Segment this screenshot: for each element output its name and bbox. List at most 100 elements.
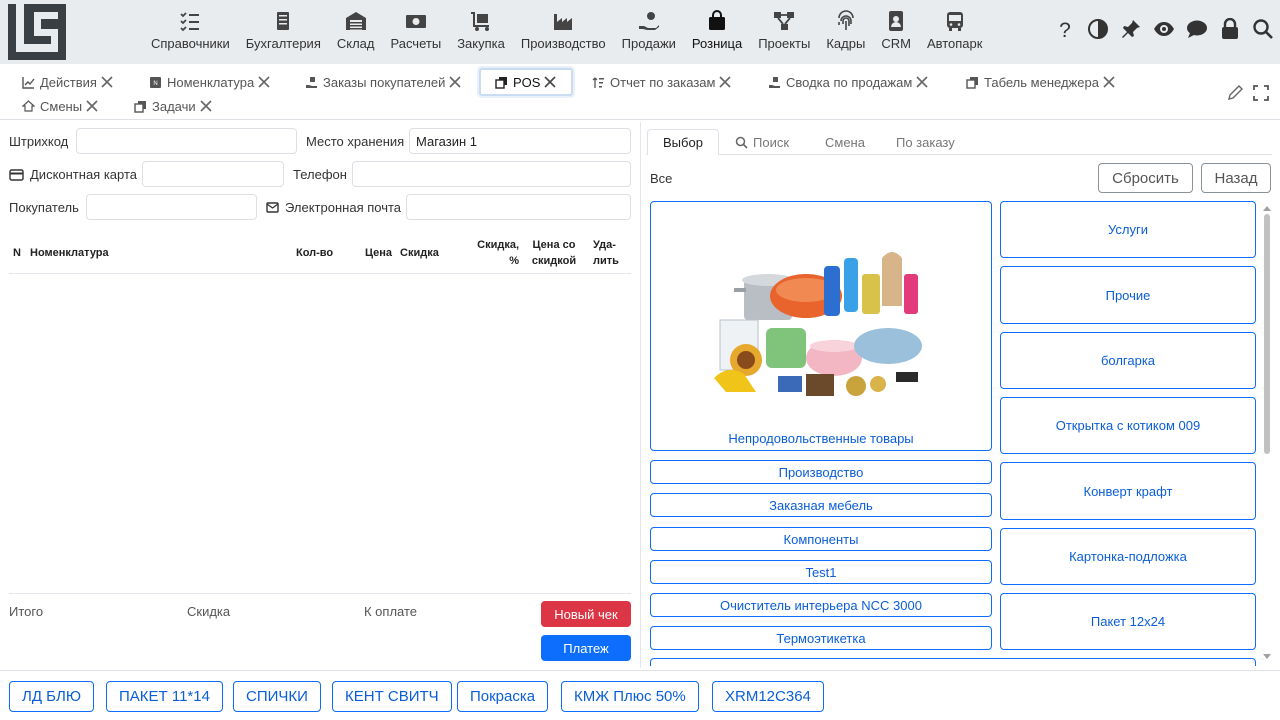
module-label: Расчеты	[390, 36, 442, 51]
close-icon[interactable]	[543, 75, 557, 89]
buyer-input[interactable]	[86, 194, 257, 220]
check-lines-header: N Номенклатура Кол-во Цена Скидка Скидка…	[9, 232, 631, 274]
category-button[interactable]: Услуги	[1000, 201, 1256, 258]
close-icon[interactable]	[915, 75, 929, 89]
email-input[interactable]	[406, 194, 631, 220]
tab-sales-summary[interactable]: Сводка по продажам	[768, 71, 929, 93]
category-button[interactable]: Компоненты	[650, 527, 992, 551]
discount-card-input[interactable]	[142, 161, 284, 187]
new-check-button[interactable]: Новый чек	[541, 601, 631, 627]
quick-product-button[interactable]: КЕНТ СВИТЧ	[332, 681, 452, 712]
tab-select[interactable]: Выбор	[647, 129, 719, 155]
col-discounted-price[interactable]: Цена со скидкой	[531, 237, 577, 269]
search-icon[interactable]	[1252, 18, 1274, 40]
tab-by-order[interactable]: По заказу	[896, 129, 955, 155]
tab-actions[interactable]: Действия	[22, 71, 114, 93]
tab-label: Смены	[40, 98, 83, 114]
category-button[interactable]: Прочие	[1000, 266, 1256, 324]
discount-card-label: Дисконтная карта	[9, 167, 137, 182]
close-icon[interactable]	[100, 75, 114, 89]
pencil-icon[interactable]	[1226, 84, 1244, 102]
category-breadcrumb[interactable]: Все	[650, 171, 672, 186]
category-button[interactable]: Test1	[650, 560, 992, 584]
col-discount-pct[interactable]: Скидка,%	[476, 237, 519, 269]
module-warehouse[interactable]: Склад	[329, 0, 383, 64]
module-accounting[interactable]: Бухгалтерия	[238, 0, 329, 64]
quick-product-button[interactable]: XRM12C364	[712, 681, 824, 712]
quick-product-button[interactable]: ПАКЕТ 11*14	[106, 681, 223, 712]
cart-dolly-icon	[471, 12, 490, 31]
category-button[interactable]: Очиститель интерьера NCC 3000	[650, 593, 992, 617]
col-qty[interactable]: Кол-во	[296, 245, 333, 261]
reset-button[interactable]: Сбросить	[1098, 163, 1193, 193]
tab-label: Действия	[40, 74, 97, 90]
col-nomenclature[interactable]: Номенклатура	[30, 245, 109, 261]
email-text: Электронная почта	[285, 200, 402, 215]
tab-pos[interactable]: POS	[479, 68, 574, 96]
module-directories[interactable]: Справочники	[143, 0, 238, 64]
module-retail[interactable]: Розница	[684, 0, 750, 64]
category-button[interactable]: Картонка-подложка	[1000, 528, 1256, 585]
module-sales[interactable]: Продажи	[614, 0, 684, 64]
tab-orders-report[interactable]: Отчет по заказам	[592, 71, 732, 93]
company-logo[interactable]	[8, 4, 66, 60]
household-goods-image	[706, 208, 936, 426]
tab-label: Табель менеджера	[984, 74, 1099, 90]
col-price[interactable]: Цена	[365, 245, 392, 261]
module-projects[interactable]: Проекты	[750, 0, 818, 64]
barcode-input[interactable]	[76, 128, 297, 154]
col-discount[interactable]: Скидка	[400, 245, 439, 261]
close-icon[interactable]	[199, 99, 213, 113]
phone-input[interactable]	[352, 161, 631, 187]
category-button[interactable]: Конверт крафт	[1000, 462, 1256, 520]
copy-icon	[966, 76, 978, 89]
close-icon[interactable]	[257, 75, 271, 89]
tab-customer-orders[interactable]: Заказы покупателей	[305, 71, 462, 93]
quick-product-button[interactable]: СПИЧКИ	[233, 681, 321, 712]
module-settlements[interactable]: Расчеты	[382, 0, 449, 64]
scrollbar-thumb[interactable]	[1264, 214, 1270, 454]
tab-search[interactable]: Поиск	[735, 129, 789, 155]
close-icon[interactable]	[1102, 75, 1116, 89]
quick-product-button[interactable]: ЛД БЛЮ	[9, 681, 95, 712]
tab-shifts[interactable]: Смены	[22, 95, 99, 117]
category-button[interactable]: болгарка	[1000, 332, 1256, 389]
scroll-down-icon[interactable]	[1262, 653, 1272, 661]
svg-text:?: ?	[1059, 19, 1071, 40]
lock-icon[interactable]	[1219, 18, 1241, 40]
module-purchase[interactable]: Закупка	[449, 0, 513, 64]
payment-button[interactable]: Платеж	[541, 635, 631, 661]
contrast-icon[interactable]	[1087, 18, 1109, 40]
tab-nomenclature[interactable]: N Номенклатура	[149, 71, 271, 93]
close-icon[interactable]	[448, 75, 462, 89]
tab-tasks[interactable]: Задачи	[134, 95, 213, 117]
help-icon[interactable]: ?	[1054, 18, 1076, 40]
module-fleet[interactable]: Автопарк	[919, 0, 991, 64]
scroll-up-icon[interactable]	[1262, 204, 1272, 212]
category-button[interactable]: Производство	[650, 460, 992, 484]
tab-shift[interactable]: Смена	[825, 129, 865, 155]
category-featured[interactable]: Непродовольственные товары	[650, 201, 992, 451]
quick-product-button[interactable]: КМЖ Плюс 50%	[561, 681, 699, 712]
module-production[interactable]: Производство	[513, 0, 614, 64]
close-icon[interactable]	[85, 99, 99, 113]
panel-divider[interactable]	[640, 122, 641, 668]
chat-icon[interactable]	[1186, 18, 1208, 40]
buyer-label: Покупатель	[9, 200, 79, 215]
close-icon[interactable]	[718, 75, 732, 89]
tab-manager-timesheet[interactable]: Табель менеджера	[966, 71, 1116, 93]
fullscreen-icon[interactable]	[1252, 84, 1270, 102]
module-hr[interactable]: Кадры	[818, 0, 873, 64]
quick-product-button[interactable]: Покраска	[457, 681, 549, 712]
module-crm[interactable]: CRM	[873, 0, 919, 64]
module-label: Розница	[691, 36, 743, 51]
pin-icon[interactable]	[1120, 18, 1142, 40]
eye-icon[interactable]	[1153, 18, 1175, 40]
category-button[interactable]: Термоэтикетка	[650, 626, 992, 650]
back-button[interactable]: Назад	[1201, 163, 1271, 193]
storage-input[interactable]	[409, 128, 631, 154]
category-button[interactable]: Открытка с котиком 009	[1000, 397, 1256, 454]
category-button-partial[interactable]	[650, 658, 1256, 666]
category-button[interactable]: Заказная мебель	[650, 493, 992, 517]
category-button[interactable]: Пакет 12х24	[1000, 593, 1256, 650]
